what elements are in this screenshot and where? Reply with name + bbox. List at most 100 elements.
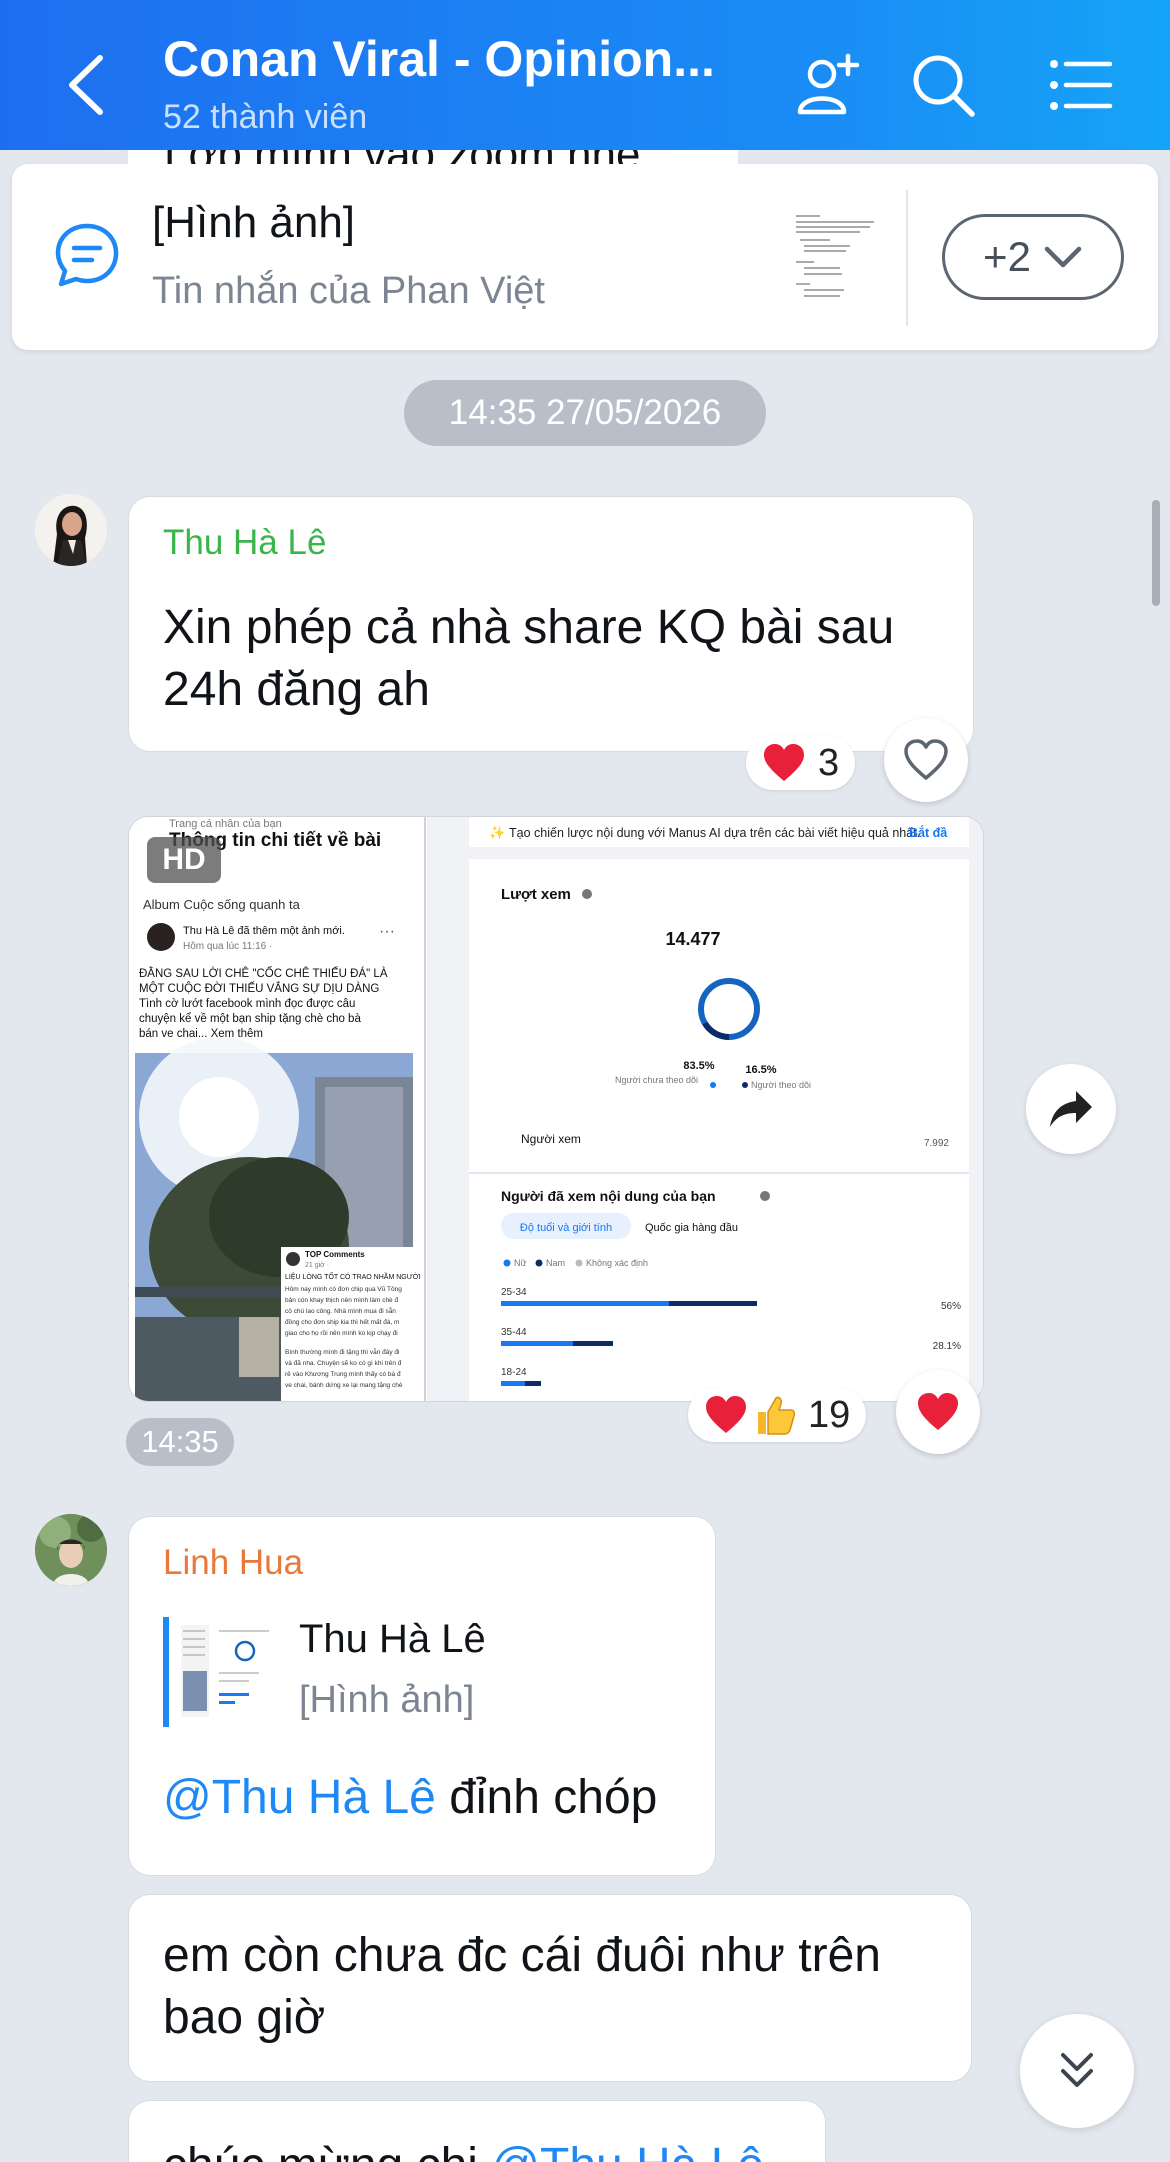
fb-legend-non: Người chưa theo dõi	[615, 1075, 698, 1085]
chevron-down-icon	[1044, 246, 1082, 268]
pinned-subtitle: Tin nhắn của Phan Việt	[152, 270, 545, 312]
more-pinned-button[interactable]: +2	[942, 214, 1124, 300]
age-bar-male	[525, 1381, 541, 1386]
time-divider: 14:35 27/05/2026	[404, 380, 766, 446]
age-label: 18-24	[501, 1367, 527, 1378]
fb-album: Album Cuộc sống quanh ta	[143, 897, 301, 912]
heart-icon	[706, 1396, 746, 1433]
fb-who-viewed: Người đã xem nội dung của bạn	[501, 1188, 716, 1204]
fb-author-line: Thu Hà Lê đã thêm một ảnh mới.	[183, 925, 345, 937]
image-message[interactable]: Trang cá nhân của bạn Thông tin chi tiết…	[128, 816, 984, 1402]
fb-comment-line: Bình thường mình đi tặng thì vẫn đây đi	[285, 1347, 400, 1356]
share-forward-icon	[1050, 1091, 1092, 1127]
message-text: Xin phép cả nhà share KQ bài sau 24h đăn…	[163, 597, 894, 721]
avatar-linh-hua[interactable]	[35, 1514, 107, 1586]
reaction-count: 3	[818, 741, 840, 784]
heart-icon	[918, 1393, 958, 1430]
more-pinned-count: +2	[983, 233, 1031, 280]
reaction-summary-2[interactable]: 19	[688, 1388, 867, 1442]
message-text: @Thu Hà Lê đỉnh chóp	[163, 1767, 657, 1829]
fb-pct-non: 83.5%	[683, 1060, 714, 1072]
message-text: em còn chưa đc cái đuôi như trên bao giờ	[163, 1925, 881, 2049]
fb-legend-follow: Người theo dõi	[751, 1080, 811, 1090]
pinned-title: [Hình ảnh]	[152, 198, 356, 247]
fb-comment-line: ve chai, bánh dứng xe lại mang tặng chè	[285, 1382, 403, 1389]
quote-image-thumbnail[interactable]	[179, 1621, 275, 1721]
double-chevron-down-icon	[1061, 2053, 1093, 2087]
fb-viewers-value: 7.992	[924, 1138, 949, 1149]
react-button-2[interactable]	[896, 1370, 980, 1454]
heart-icon	[764, 744, 804, 781]
fb-comment-line: giao cho họ rồi nên mình ko kịp chạy đi	[285, 1328, 398, 1337]
age-pct: 28.1%	[933, 1341, 961, 1352]
group-title[interactable]: Conan Viral - Opinion...	[163, 30, 753, 88]
chat-header: Conan Viral - Opinion... 52 thành viên	[0, 0, 1170, 150]
fb-manus-line: Tạo chiến lược nội dung với Manus AI dựa…	[509, 826, 920, 840]
search-icon[interactable]	[908, 50, 978, 120]
reaction-count: 19	[808, 1393, 851, 1436]
react-button-1[interactable]	[884, 718, 968, 802]
mention-link[interactable]: @Thu Hà Lê	[163, 1771, 436, 1824]
message-text-after: đỉnh chóp	[435, 1771, 658, 1824]
quote-bar	[163, 1617, 169, 1727]
fb-views-value: 14.477	[665, 929, 720, 949]
fb-post-line: ĐẰNG SAU LỜI CHÊ "CỐC CHÊ THIẾU ĐÁ" LÀ	[139, 966, 388, 980]
fb-comment-line: bản còn khay thịch nên mình làm chè đ	[285, 1297, 398, 1304]
fb-views-label: Lượt xem	[501, 886, 571, 903]
share-button[interactable]	[1026, 1064, 1116, 1154]
image-timestamp: 14:35	[126, 1418, 234, 1466]
svg-text:···: ···	[379, 923, 395, 940]
fb-leg-nam: Nam	[546, 1258, 565, 1268]
message-line: bao giờ	[163, 1991, 326, 2044]
pinned-message-bar[interactable]: [Hình ảnh] Tin nhắn của Phan Việt +2	[12, 164, 1158, 350]
message-bubble-4[interactable]: em còn chưa đc cái đuôi như trên bao giờ	[128, 1894, 972, 2082]
fb-top-sub: 21 giờ ·	[305, 1262, 329, 1269]
fb-leg-nu: Nữ	[514, 1258, 527, 1268]
sender-name[interactable]: Linh Hua	[163, 1543, 303, 1583]
fb-time-line: Hôm qua lúc 11:16 ·	[183, 941, 272, 952]
fb-pct-follow: 16.5%	[745, 1064, 776, 1076]
age-pct: 56%	[941, 1301, 961, 1312]
avatar-thu-ha-le[interactable]	[35, 494, 107, 566]
quote-sender: Thu Hà Lê	[299, 1617, 486, 1661]
fb-comment-line: đồng cho đơn ship kia thì hết mất đá, m	[285, 1317, 399, 1326]
message-bubble-3[interactable]: Linh Hua Thu Hà Lê [Hình ảnh] @Thu Hà Lê…	[128, 1516, 716, 1876]
pinned-image-thumbnail[interactable]	[790, 208, 880, 308]
back-chevron-icon[interactable]	[62, 52, 112, 118]
fb-manus-link: Bắt đầ	[909, 825, 948, 840]
age-label: 25-34	[501, 1287, 527, 1298]
message-bubble-1[interactable]: Thu Hà Lê Xin phép cả nhà share KQ bài s…	[128, 496, 974, 752]
pinned-divider	[906, 190, 908, 326]
chat-bubble-icon	[55, 223, 119, 287]
age-bar-female	[501, 1301, 669, 1306]
member-count[interactable]: 52 thành viên	[163, 98, 367, 137]
fb-tab-country: Quốc gia hàng đầu	[645, 1222, 738, 1234]
reaction-summary-1[interactable]: 3	[746, 736, 856, 790]
fb-tab-age: Độ tuổi và giới tính	[520, 1222, 612, 1234]
fb-comment-line: Hôm nay mình có đơn chip qua Vũ Tông	[285, 1286, 402, 1293]
message-line: 24h đăng ah	[163, 663, 430, 716]
add-member-icon[interactable]	[792, 50, 862, 120]
fb-comment-line: và đã nha. Chuyện sẽ ko có gì khi trên đ	[285, 1360, 402, 1367]
message-line: Xin phép cả nhà share KQ bài sau	[163, 601, 895, 654]
hd-badge: HD	[147, 837, 221, 883]
heart-outline-icon	[904, 739, 948, 780]
fb-viewers-label: Người xem	[521, 1132, 581, 1146]
age-bar-female	[501, 1341, 573, 1346]
sender-name[interactable]: Thu Hà Lê	[163, 523, 326, 563]
message-bubble-5[interactable]: chúc mừng chị @Thu Hà Lê	[128, 2100, 826, 2162]
message-text: chúc mừng chị @Thu Hà Lê	[163, 2135, 764, 2162]
scrollbar-thumb[interactable]	[1152, 500, 1160, 606]
fb-leg-unknown: Không xác định	[586, 1258, 648, 1268]
age-bar-male	[573, 1341, 613, 1346]
mention-link[interactable]: @Thu Hà Lê	[491, 2139, 764, 2162]
scroll-to-bottom-button[interactable]	[1020, 2014, 1134, 2128]
fb-post-line: Tình cờ lướt facebook mình đọc được câu	[139, 998, 355, 1010]
age-bar-male	[669, 1301, 757, 1306]
avatar-photo	[35, 1514, 107, 1586]
thumbs-up-icon	[758, 1396, 796, 1435]
age-bar-female	[501, 1381, 525, 1386]
fb-comment-line: rê vào Khương Trung mình thấy có bà đ	[285, 1369, 401, 1378]
menu-list-icon[interactable]	[1046, 50, 1116, 120]
message-line: em còn chưa đc cái đuôi như trên	[163, 1929, 881, 1982]
